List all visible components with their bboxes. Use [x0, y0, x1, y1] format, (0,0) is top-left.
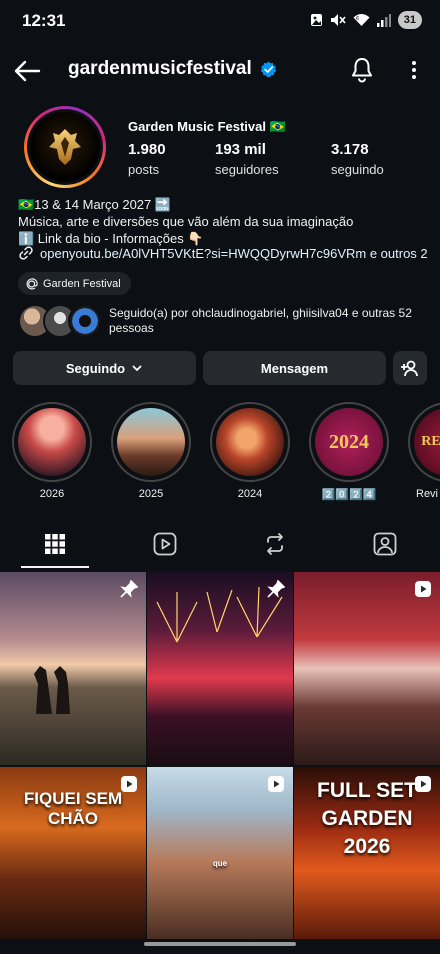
verified-badge-icon	[260, 61, 276, 77]
highlight-2025[interactable]: 2025	[111, 402, 191, 500]
add-user-icon	[401, 360, 418, 377]
status-bar: 12:31 6 31	[0, 0, 440, 44]
highlight-cover	[18, 408, 86, 476]
followed-by-text: Seguido(a) por ohclaudinogabriel, ghiisi…	[109, 306, 412, 335]
more-options-button[interactable]	[402, 56, 426, 84]
reel-icon	[415, 776, 431, 792]
notifications-bell-button[interactable]	[348, 55, 376, 83]
home-indicator[interactable]	[144, 942, 296, 946]
svg-text:6: 6	[356, 16, 359, 22]
threads-icon	[26, 277, 38, 289]
threads-badge[interactable]: Garden Festival	[18, 272, 131, 295]
posts-count[interactable]: 1.980 posts	[128, 141, 166, 179]
following-count[interactable]: 3.178 seguindo	[331, 141, 384, 179]
profile-bio: 🇧🇷13 & 14 Março 2027 🔜 Música, arte e di…	[18, 196, 353, 247]
highlight-label: 2025	[138, 488, 164, 500]
profile-tabs	[0, 520, 440, 568]
highlight-cover: 2024	[315, 408, 383, 476]
post-thumbnail[interactable]	[147, 572, 293, 765]
silhouette-image	[34, 666, 70, 714]
status-icons: 6 31	[310, 11, 422, 29]
garden-logo-icon	[49, 129, 81, 165]
top-bar: gardenmusicfestival	[0, 50, 440, 90]
post-thumbnail[interactable]: FULL SET GARDEN 2026	[294, 767, 440, 939]
chevron-down-icon	[132, 365, 142, 372]
highlight-2024[interactable]: 2024	[210, 402, 290, 500]
tab-reposts[interactable]	[220, 520, 330, 568]
tab-tagged[interactable]	[330, 520, 440, 568]
active-tab-indicator	[21, 566, 89, 568]
back-button[interactable]	[12, 56, 42, 86]
highlight-label: 2024	[237, 488, 263, 500]
followers-count[interactable]: 193 mil seguidores	[215, 141, 279, 179]
highlight-cover	[117, 408, 185, 476]
bio-line: 🇧🇷13 & 14 Março 2027 🔜	[18, 197, 172, 212]
reposts-icon	[267, 533, 283, 555]
mute-icon	[330, 14, 346, 26]
following-label: Seguindo	[65, 360, 126, 376]
pin-icon	[120, 580, 138, 598]
story-highlights: 2026 2025 2024 2024 2️⃣0️⃣2️⃣4️⃣ RE Revi	[0, 402, 440, 512]
message-label: Mensagem	[260, 360, 329, 376]
following-button[interactable]: Seguindo	[13, 351, 196, 385]
signal-icon	[376, 13, 391, 27]
link-icon	[19, 246, 33, 260]
tagged-icon	[373, 532, 397, 556]
display-name: Garden Music Festival 🇧🇷	[128, 119, 286, 134]
highlight-2026[interactable]: 2026	[12, 402, 92, 500]
post-thumbnail[interactable]: que	[147, 767, 293, 939]
reel-icon	[415, 581, 431, 597]
battery-icon: 31	[397, 11, 422, 29]
bio-line: Música, arte e diversões que vão além da…	[18, 214, 354, 229]
status-time: 12:31	[22, 11, 66, 30]
highlight-cover-text: 2024	[329, 430, 369, 453]
tab-reels[interactable]	[110, 520, 220, 568]
wifi-icon: 6	[353, 13, 370, 26]
arrow-left-icon	[14, 60, 41, 82]
reel-icon	[268, 776, 284, 792]
post-thumbnail[interactable]	[0, 572, 146, 765]
highlight-2024-badge[interactable]: 2024 2️⃣0️⃣2️⃣4️⃣	[309, 402, 389, 501]
post-caption: FIQUEI SEM CHÃO	[23, 789, 123, 828]
bio-link[interactable]: openyoutu.be/A0lVHT5VKtE?si=HWQQDyrwH7c9…	[18, 245, 428, 261]
add-user-button[interactable]	[393, 351, 427, 385]
reels-icon	[153, 532, 177, 556]
avatar	[68, 304, 102, 338]
photo-icon	[310, 14, 322, 26]
followed-by-row[interactable]: Seguido(a) por ohclaudinogabriel, ghiisi…	[18, 304, 428, 340]
grid-icon	[45, 534, 65, 554]
tab-posts-grid[interactable]	[0, 520, 110, 568]
post-caption: que	[212, 859, 228, 868]
profile-username: gardenmusicfestival	[68, 58, 277, 80]
profile-avatar[interactable]	[24, 106, 106, 188]
avatar-logo-image	[30, 112, 100, 182]
highlight-cover	[216, 408, 284, 476]
post-thumbnail[interactable]: FIQUEI SEM CHÃO	[0, 767, 146, 939]
bell-icon	[352, 58, 372, 83]
more-vertical-icon	[412, 61, 416, 79]
pin-icon	[267, 580, 285, 598]
reel-icon	[121, 776, 137, 792]
highlight-label: Revi	[416, 488, 439, 500]
highlight-review[interactable]: RE Revi	[408, 402, 440, 500]
highlight-label: 2026	[39, 488, 65, 500]
message-button[interactable]: Mensagem	[203, 351, 386, 385]
fireworks-image	[156, 586, 283, 643]
mutual-avatars	[18, 304, 102, 338]
threads-label: Garden Festival	[43, 277, 121, 290]
bio-link-text: openyoutu.be/A0lVHT5VKtE?si=HWQQDyrwH7c9…	[40, 245, 428, 261]
highlight-cover: RE	[414, 408, 440, 476]
highlight-cover-text: RE	[421, 434, 440, 449]
username-text: gardenmusicfestival	[68, 58, 252, 79]
highlight-label: 2️⃣0️⃣2️⃣4️⃣	[321, 489, 377, 501]
post-thumbnail[interactable]	[294, 572, 440, 765]
